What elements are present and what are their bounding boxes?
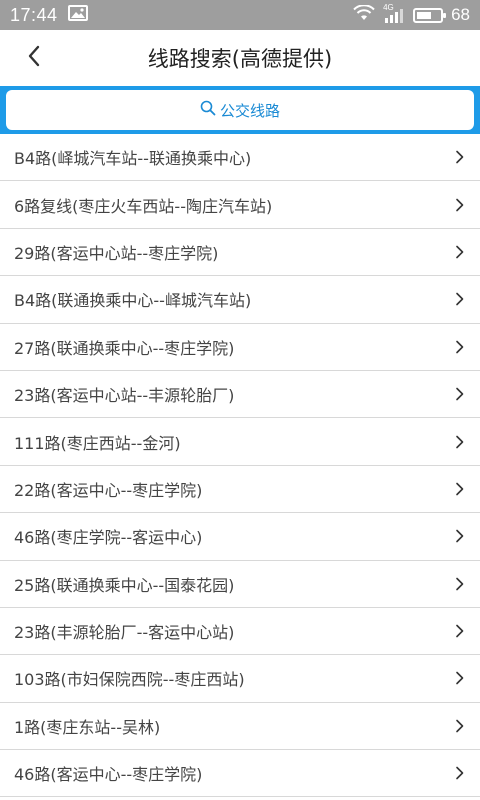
route-list-item[interactable]: B4路(峄城汽车站--联通换乘中心) bbox=[0, 134, 480, 182]
route-label: 46路(客运中心--枣庄学院) bbox=[14, 765, 203, 785]
route-label: 23路(客运中心站--丰源轮胎厂) bbox=[14, 386, 235, 406]
chevron-right-icon bbox=[452, 340, 466, 354]
wifi-icon bbox=[353, 3, 375, 26]
chevron-right-icon bbox=[452, 387, 466, 401]
route-list-item[interactable]: 25路(联通换乘中心--国泰花园) bbox=[0, 560, 480, 608]
route-list-item[interactable]: 22路(客运中心--枣庄学院) bbox=[0, 465, 480, 514]
chevron-left-icon bbox=[27, 45, 41, 71]
chevron-right-icon bbox=[452, 245, 466, 259]
route-list-item[interactable]: 27路(联通换乘中心--枣庄学院) bbox=[0, 323, 480, 371]
chevron-right-icon bbox=[452, 766, 466, 780]
route-label: 27路(联通换乘中心--枣庄学院) bbox=[14, 338, 235, 358]
battery-fill bbox=[417, 11, 431, 19]
page-title: 线路搜索(高德提供) bbox=[147, 47, 333, 71]
status-right: 4G 68 bbox=[353, 3, 470, 26]
route-label: B4路(峄城汽车站--联通换乘中心) bbox=[14, 149, 252, 169]
route-label: 111路(枣庄西站--金河) bbox=[14, 433, 181, 453]
route-list-item[interactable]: 23路(丰源轮胎厂--客运中心站) bbox=[0, 607, 480, 656]
route-label: B4路(联通换乘中心--峄城汽车站) bbox=[14, 291, 252, 311]
route-list-item[interactable]: 1路(枣庄东站--吴林) bbox=[0, 702, 480, 751]
chevron-right-icon bbox=[452, 624, 466, 638]
route-list-item[interactable]: B4路(联通换乘中心--峄城汽车站) bbox=[0, 276, 480, 324]
search-button[interactable]: 公交线路 bbox=[6, 90, 474, 130]
chevron-right-icon bbox=[452, 577, 466, 591]
route-list-item[interactable]: 103路(市妇保院西院--枣庄西站) bbox=[0, 655, 480, 703]
route-label: 22路(客运中心--枣庄学院) bbox=[14, 480, 203, 500]
search-label: 公交线路 bbox=[219, 101, 280, 120]
route-list-item[interactable]: 111路(枣庄西站--金河) bbox=[0, 418, 480, 466]
status-left: 17:44 bbox=[10, 4, 88, 26]
chevron-right-icon bbox=[452, 435, 466, 449]
battery-icon bbox=[413, 7, 447, 23]
route-label: 6路复线(枣庄火车西站--陶庄汽车站) bbox=[14, 196, 273, 216]
route-list-item[interactable]: 46路(客运中心--枣庄学院) bbox=[0, 750, 480, 798]
network-type: 4G bbox=[383, 3, 394, 12]
chevron-right-icon bbox=[452, 671, 466, 685]
chevron-right-icon bbox=[452, 529, 466, 543]
route-list-item[interactable]: 46路(枣庄学院--客运中心) bbox=[0, 513, 480, 561]
route-list-item[interactable]: 6路复线(枣庄火车西站--陶庄汽车站) bbox=[0, 181, 480, 229]
route-list: B4路(峄城汽车站--联通换乘中心) 6路复线(枣庄火车西站--陶庄汽车站) 29路… bbox=[0, 134, 480, 798]
route-label: 103路(市妇保院西院--枣庄西站) bbox=[14, 670, 245, 690]
image-notification-icon bbox=[67, 4, 88, 26]
route-label: 1路(枣庄东站--吴林) bbox=[14, 717, 161, 737]
route-list-item[interactable]: 23路(客运中心站--丰源轮胎厂) bbox=[0, 370, 480, 419]
route-list-item[interactable]: 29路(客运中心站--枣庄学院) bbox=[0, 228, 480, 277]
back-button[interactable] bbox=[16, 40, 52, 76]
search-icon bbox=[200, 100, 216, 120]
chevron-right-icon bbox=[452, 292, 466, 306]
status-bar: 17:44 4G 68 bbox=[0, 0, 480, 30]
route-label: 25路(联通换乘中心--国泰花园) bbox=[14, 575, 235, 595]
app-header: 线路搜索(高德提供) bbox=[0, 30, 480, 86]
search-bar-container: 公交线路 bbox=[0, 86, 480, 134]
route-label: 23路(丰源轮胎厂--客运中心站) bbox=[14, 623, 235, 643]
chevron-right-icon bbox=[452, 482, 466, 496]
chevron-right-icon bbox=[452, 198, 466, 212]
route-label: 29路(客运中心站--枣庄学院) bbox=[14, 243, 219, 263]
chevron-right-icon bbox=[452, 150, 466, 164]
chevron-right-icon bbox=[452, 719, 466, 733]
battery-percent: 68 bbox=[451, 5, 470, 24]
cellular-signal-icon: 4G bbox=[383, 3, 405, 23]
status-time: 17:44 bbox=[10, 4, 58, 25]
route-label: 46路(枣庄学院--客运中心) bbox=[14, 528, 203, 548]
